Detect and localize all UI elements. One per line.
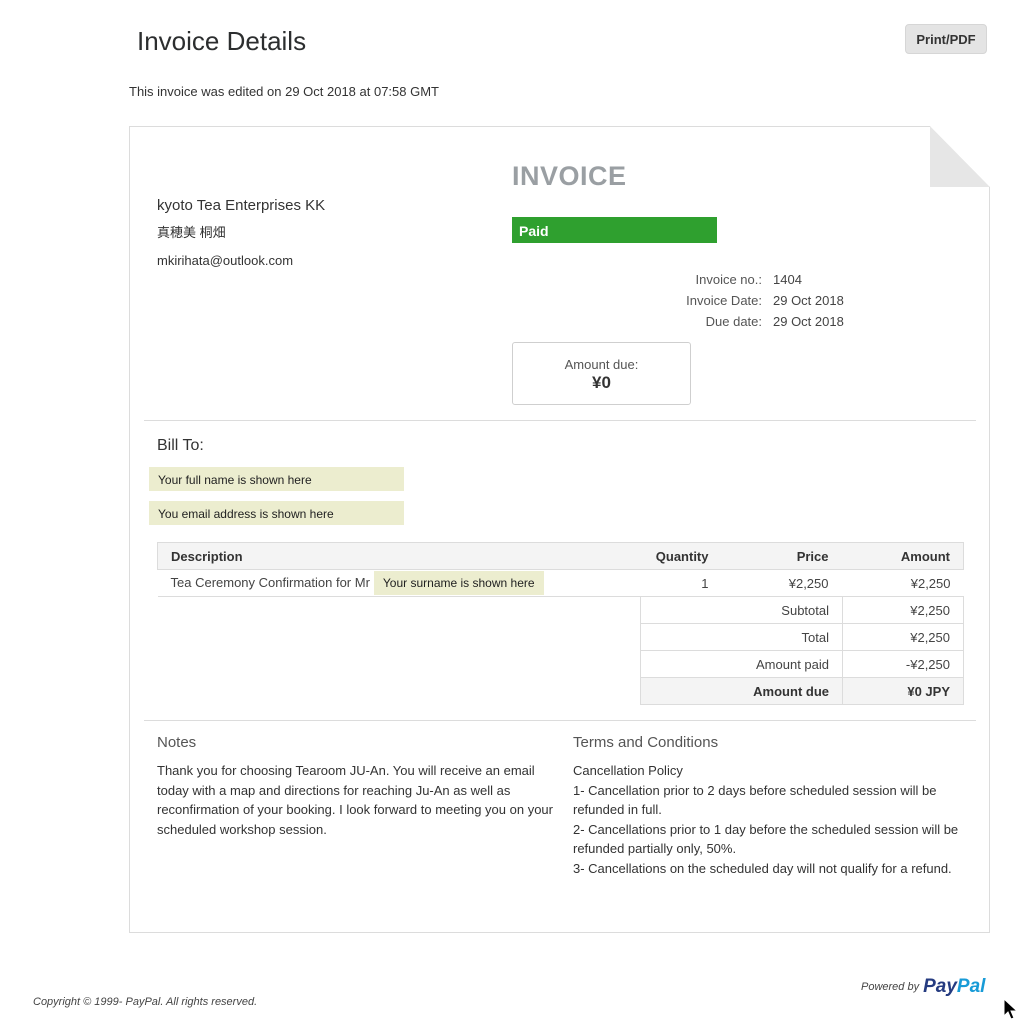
meta-row-invoice-no: Invoice no.: 1404 [630,269,844,290]
item-price: ¥2,250 [721,569,842,597]
totals-value: -¥2,250 [842,650,964,678]
totals-row-amount-due: Amount due ¥0 JPY [640,677,964,705]
meta-value: 1404 [773,272,802,287]
surname-placeholder: Your surname is shown here [373,571,544,595]
totals-row-amount-paid: Amount paid -¥2,250 [640,650,964,678]
meta-label: Invoice no.: [695,272,763,287]
totals-label: Subtotal [640,596,843,624]
meta-value: 29 Oct 2018 [773,293,844,308]
copyright: Copyright © 1999- PayPal. All rights res… [33,996,258,1008]
terms-title: Terms and Conditions [573,734,719,751]
totals-label: Amount paid [640,650,843,678]
meta-row-due-date: Due date: 29 Oct 2018 [630,311,844,332]
items-header-row: Description Quantity Price Amount [157,542,964,570]
totals-row-total: Total ¥2,250 [640,623,964,651]
totals-label: Total [640,623,843,651]
totals-value: ¥2,250 [842,596,964,624]
paypal-logo-pay: Pay [923,976,957,997]
meta-label: Due date: [705,314,762,329]
totals-label: Amount due [640,677,843,705]
bill-to-name: Your full name is shown here [149,467,404,491]
invoice-heading: INVOICE [512,161,627,191]
terms-line: Cancellation Policy [573,763,683,778]
col-price: Price [721,542,842,570]
item-description: Tea Ceremony Confirmation for Mr [170,575,370,590]
notes-text: Thank you for choosing Tearoom JU-An. Yo… [157,763,553,837]
merchant-email: mkirihata@outlook.com [157,253,294,268]
amount-due-label: Amount due: [564,357,639,372]
page-title: Invoice Details [137,26,307,56]
invoice-meta: Invoice no.: 1404 Invoice Date: 29 Oct 2… [630,269,844,332]
col-description: Description [157,542,611,570]
amount-due-box: Amount due: ¥0 [512,342,691,405]
bill-to-title: Bill To: [157,437,204,454]
col-quantity: Quantity [610,542,722,570]
page-fold-icon [930,126,990,187]
status-badge: Paid [512,217,717,243]
item-quantity: 1 [610,569,722,597]
merchant-name: kyoto Tea Enterprises KK [157,197,326,214]
merchant-person: 真穂美 桐畑 [157,225,226,240]
item-amount: ¥2,250 [841,569,964,597]
print-pdf-button[interactable]: Print/PDF [905,24,987,54]
powered-by-label: Powered by [861,981,920,993]
divider [144,420,976,421]
divider [144,720,976,721]
terms-text: Cancellation Policy 1- Cancellation prio… [573,761,973,878]
notes-title: Notes [157,734,197,751]
edited-note: This invoice was edited on 29 Oct 2018 a… [129,84,440,99]
meta-label: Invoice Date: [686,293,762,308]
totals-row-subtotal: Subtotal ¥2,250 [640,596,964,624]
terms-line: 1- Cancellation prior to 2 days before s… [573,782,937,818]
totals-table: Subtotal ¥2,250 Total ¥2,250 Amount paid… [640,596,964,705]
powered-by-paypal[interactable]: Powered by PayPal [861,976,985,998]
bill-to-email: You email address is shown here [149,501,404,525]
item-description-cell: Tea Ceremony Confirmation for Mr Your sur… [157,569,611,597]
meta-row-invoice-date: Invoice Date: 29 Oct 2018 [630,290,844,311]
terms-line: 3- Cancellations on the scheduled day wi… [573,860,952,876]
paypal-logo[interactable]: PayPal [923,976,985,998]
amount-due-value: ¥0 [592,373,611,392]
mouse-cursor-icon [1003,998,1019,1020]
items-table: Description Quantity Price Amount Tea Ce… [157,542,964,597]
meta-value: 29 Oct 2018 [773,314,844,329]
invoice-document: kyoto Tea Enterprises KK 真穂美 桐畑 mkirihat… [129,126,990,933]
totals-value: ¥2,250 [842,623,964,651]
col-amount: Amount [841,542,964,570]
table-row: Tea Ceremony Confirmation for Mr Your sur… [157,569,964,597]
paypal-logo-pal: Pal [956,976,986,997]
terms-line: 2- Cancellations prior to 1 day before t… [573,821,959,857]
totals-value: ¥0 JPY [842,677,964,705]
